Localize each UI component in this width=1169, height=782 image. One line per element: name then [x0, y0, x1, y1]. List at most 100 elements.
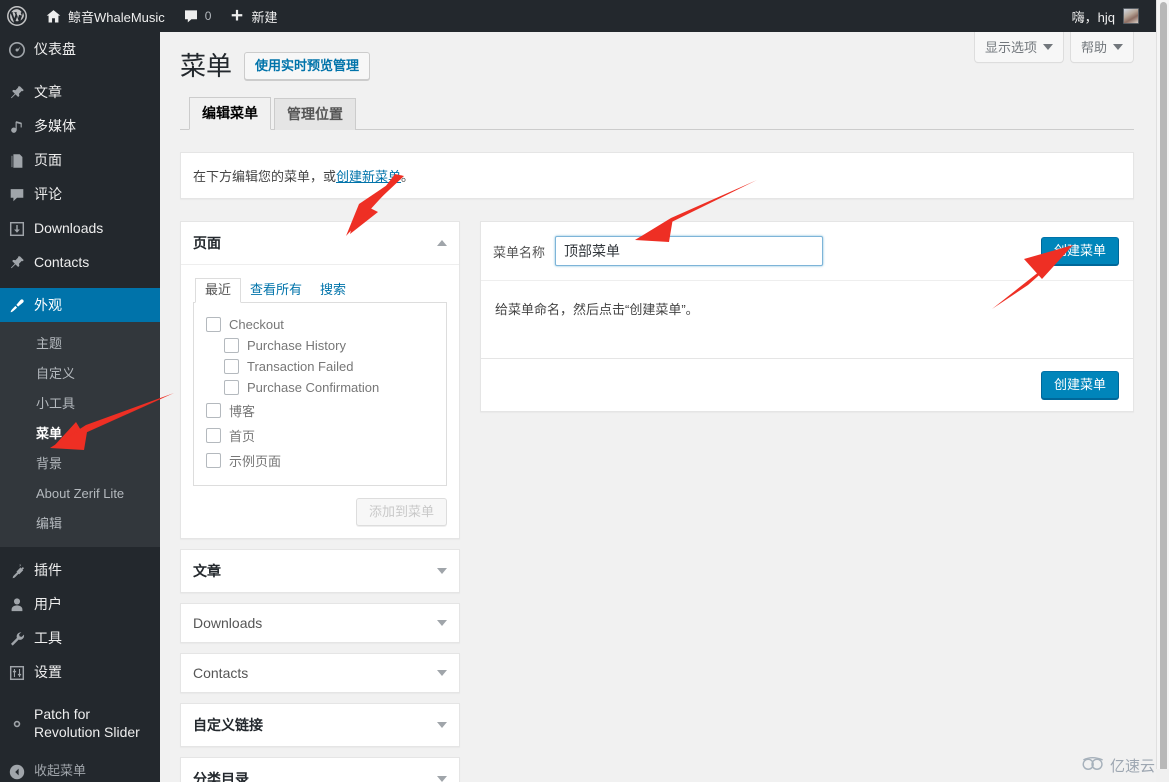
sidebar-item-tools[interactable]: 工具 — [0, 621, 160, 655]
create-menu-button-bottom[interactable]: 创建菜单 — [1040, 371, 1119, 399]
sidebar-subitem-editor[interactable]: 编辑 — [0, 509, 160, 539]
tab-manage-locations[interactable]: 管理位置 — [274, 98, 356, 130]
screen-options-button[interactable]: 显示选项 — [973, 32, 1064, 63]
accordion-panel-downloads: Downloads — [180, 603, 460, 643]
sidebar-subitem-background[interactable]: 背景 — [0, 449, 160, 479]
sidebar-subitem-customize[interactable]: 自定义 — [0, 359, 160, 389]
list-item[interactable]: 博客 — [206, 398, 434, 423]
sidebar-item-label: Patch for Revolution Slider — [34, 706, 140, 740]
site-name-menu[interactable]: 鲸音WhaleMusic — [36, 0, 174, 32]
sidebar-item-label: Contacts — [34, 254, 90, 270]
checkbox[interactable] — [206, 403, 221, 418]
my-account-menu[interactable]: 嗨，hjq — [1063, 0, 1148, 32]
checkbox[interactable] — [206, 453, 221, 468]
menu-edit-column: 菜单名称 创建菜单 给菜单命名，然后点击“创建菜单”。 创建菜单 — [480, 221, 1134, 782]
watermark: 亿速云 — [1081, 755, 1155, 776]
collapse-menu-button[interactable]: 收起菜单 — [0, 754, 160, 782]
pages-panel-actions: 添加到菜单 — [193, 486, 447, 526]
admin-bar: 鲸音WhaleMusic 0 新建 嗨，hjq — [0, 0, 1156, 32]
sidebar-item-pages[interactable]: 页面 — [0, 143, 160, 177]
dashboard-icon — [0, 40, 34, 59]
edit-menu-notice: 在下方编辑您的菜单，或创建新菜单。 — [180, 152, 1134, 199]
wordpress-logo-icon — [7, 6, 27, 26]
menu-name-row: 菜单名称 创建菜单 — [481, 222, 1133, 281]
pages-tab-view-all[interactable]: 查看所有 — [241, 279, 311, 302]
list-item[interactable]: Purchase History — [206, 335, 434, 356]
chevron-down-icon — [437, 620, 447, 626]
accordion-header-posts[interactable]: 文章 — [181, 550, 459, 592]
screen-meta-links: 显示选项 帮助 — [973, 32, 1134, 63]
help-button[interactable]: 帮助 — [1069, 32, 1134, 63]
accordion-header-custom-links[interactable]: 自定义链接 — [181, 704, 459, 746]
sidebar-subitem-widgets[interactable]: 小工具 — [0, 389, 160, 419]
pages-tab-list: 最近 查看所有 搜索 — [193, 277, 447, 303]
sidebar-item-downloads[interactable]: Downloads — [0, 211, 160, 245]
sidebar-item-users[interactable]: 用户 — [0, 587, 160, 621]
sidebar-item-appearance[interactable]: 外观 — [0, 288, 168, 322]
new-content-label: 新建 — [251, 9, 278, 25]
notice-suffix-text: 。 — [401, 169, 415, 184]
wordpress-logo-button[interactable] — [0, 0, 36, 32]
checkbox[interactable] — [206, 317, 221, 332]
sidebar-item-label: 仪表盘 — [34, 41, 76, 57]
page-scrollbar[interactable] — [1156, 0, 1169, 782]
checkbox[interactable] — [224, 338, 239, 353]
download-icon — [0, 219, 34, 238]
tab-edit-menus[interactable]: 编辑菜单 — [189, 97, 271, 130]
cloud-icon — [1081, 755, 1105, 776]
accordion-title-pages: 页面 — [193, 235, 221, 251]
sidebar-item-comments[interactable]: 评论 — [0, 177, 160, 211]
list-item-label: Purchase Confirmation — [247, 380, 380, 395]
avatar — [1123, 8, 1139, 24]
menu-settings-column: 页面 最近 查看所有 搜索 Checkout Purchase History … — [180, 221, 460, 782]
pages-checklist-panel: Checkout Purchase History Transaction Fa… — [193, 303, 447, 486]
list-item[interactable]: Checkout — [206, 314, 434, 335]
accordion-header-contacts[interactable]: Contacts — [181, 654, 459, 692]
screen-options-label: 显示选项 — [984, 40, 1037, 55]
sidebar-item-label: 评论 — [34, 186, 62, 202]
sidebar-subitem-menus[interactable]: 菜单 — [0, 419, 160, 449]
checkbox[interactable] — [224, 380, 239, 395]
menu-name-input[interactable] — [555, 236, 824, 266]
sidebar-subitem-themes[interactable]: 主题 — [0, 329, 160, 359]
accordion-panel-custom-links: 自定义链接 — [180, 703, 460, 747]
scrollbar-thumb[interactable] — [1160, 2, 1167, 772]
notice-prefix-text: 在下方编辑您的菜单，或 — [193, 169, 337, 184]
new-content-menu[interactable]: 新建 — [220, 0, 286, 32]
comments-menu[interactable]: 0 — [174, 0, 221, 32]
sidebar-subitem-about-zerif-lite[interactable]: About Zerif Lite — [0, 479, 160, 509]
sidebar-item-label: Downloads — [34, 220, 104, 236]
accordion-header-pages[interactable]: 页面 — [181, 222, 459, 265]
live-preview-manage-button[interactable]: 使用实时预览管理 — [244, 52, 371, 80]
accordion-title-contacts: Contacts — [193, 665, 249, 681]
sidebar-item-posts[interactable]: 文章 — [0, 75, 160, 109]
pages-tab-most-recent[interactable]: 最近 — [195, 278, 242, 303]
checkbox[interactable] — [206, 428, 221, 443]
sidebar-item-settings[interactable]: 设置 — [0, 655, 160, 689]
accordion-header-categories[interactable]: 分类目录 — [181, 758, 459, 782]
pages-tab-search[interactable]: 搜索 — [311, 279, 355, 302]
list-item[interactable]: 首页 — [206, 423, 434, 448]
sidebar-item-label: 插件 — [34, 562, 62, 578]
checkbox[interactable] — [224, 359, 239, 374]
sidebar-item-media[interactable]: 多媒体 — [0, 109, 160, 143]
list-item[interactable]: Transaction Failed — [206, 356, 434, 377]
sidebar-item-plugins[interactable]: 插件 — [0, 553, 160, 587]
sidebar-separator — [0, 689, 160, 698]
sidebar-item-patch-revolution-slider[interactable]: Patch for Revolution Slider — [0, 698, 160, 748]
sidebar-separator — [0, 279, 160, 288]
gear-icon — [0, 714, 34, 733]
create-new-menu-link[interactable]: 创建新菜单 — [336, 169, 401, 184]
list-item[interactable]: Purchase Confirmation — [206, 377, 434, 398]
add-to-menu-button[interactable]: 添加到菜单 — [355, 498, 447, 526]
sidebar-item-contacts[interactable]: Contacts — [0, 245, 160, 279]
sidebar-separator — [0, 66, 160, 75]
sidebar-item-dashboard[interactable]: 仪表盘 — [0, 32, 160, 66]
accordion-title-custom-links: 自定义链接 — [193, 717, 263, 733]
sidebar-item-label: 设置 — [34, 664, 62, 680]
create-menu-button[interactable]: 创建菜单 — [1040, 237, 1119, 265]
accordion-header-downloads[interactable]: Downloads — [181, 604, 459, 642]
media-icon — [0, 117, 34, 136]
list-item[interactable]: 示例页面 — [206, 448, 434, 473]
appearance-brush-icon — [0, 296, 34, 315]
